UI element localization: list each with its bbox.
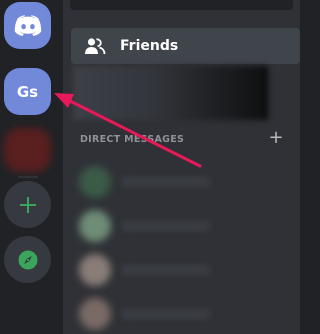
avatar <box>79 298 111 330</box>
plus-icon <box>19 196 36 213</box>
explore-servers-button[interactable] <box>4 236 51 283</box>
friends-button[interactable]: Friends <box>71 28 300 64</box>
dm-list <box>71 160 300 334</box>
server-gs[interactable]: Gs <box>4 68 51 115</box>
list-item[interactable] <box>71 292 300 334</box>
home-button[interactable] <box>4 2 51 49</box>
dm-name-blurred <box>121 221 211 231</box>
avatar <box>79 210 111 242</box>
server-initials: Gs <box>16 82 39 101</box>
add-server-button[interactable] <box>4 181 51 228</box>
dm-name-blurred <box>121 265 211 275</box>
list-item[interactable] <box>71 204 300 248</box>
rail-separator <box>18 176 38 178</box>
server-rail: Gs <box>0 0 63 334</box>
dm-name-blurred <box>121 177 211 187</box>
friends-icon <box>85 38 106 55</box>
discord-logo-icon <box>14 14 41 36</box>
list-item[interactable] <box>71 160 300 204</box>
direct-messages-header: DIRECT MESSAGES <box>80 134 185 145</box>
compass-icon <box>18 250 37 269</box>
dm-sidebar: Friends DIRECT MESSAGES + <box>63 0 300 334</box>
dm-name-blurred <box>121 309 211 319</box>
friends-label: Friends <box>120 38 179 54</box>
search-bar-edge[interactable] <box>70 0 293 10</box>
avatar <box>79 166 111 198</box>
server-blurred[interactable] <box>4 128 51 172</box>
add-dm-button[interactable]: + <box>266 128 286 148</box>
avatar <box>79 254 111 286</box>
list-item[interactable] <box>71 248 300 292</box>
blurred-panel <box>73 66 268 120</box>
